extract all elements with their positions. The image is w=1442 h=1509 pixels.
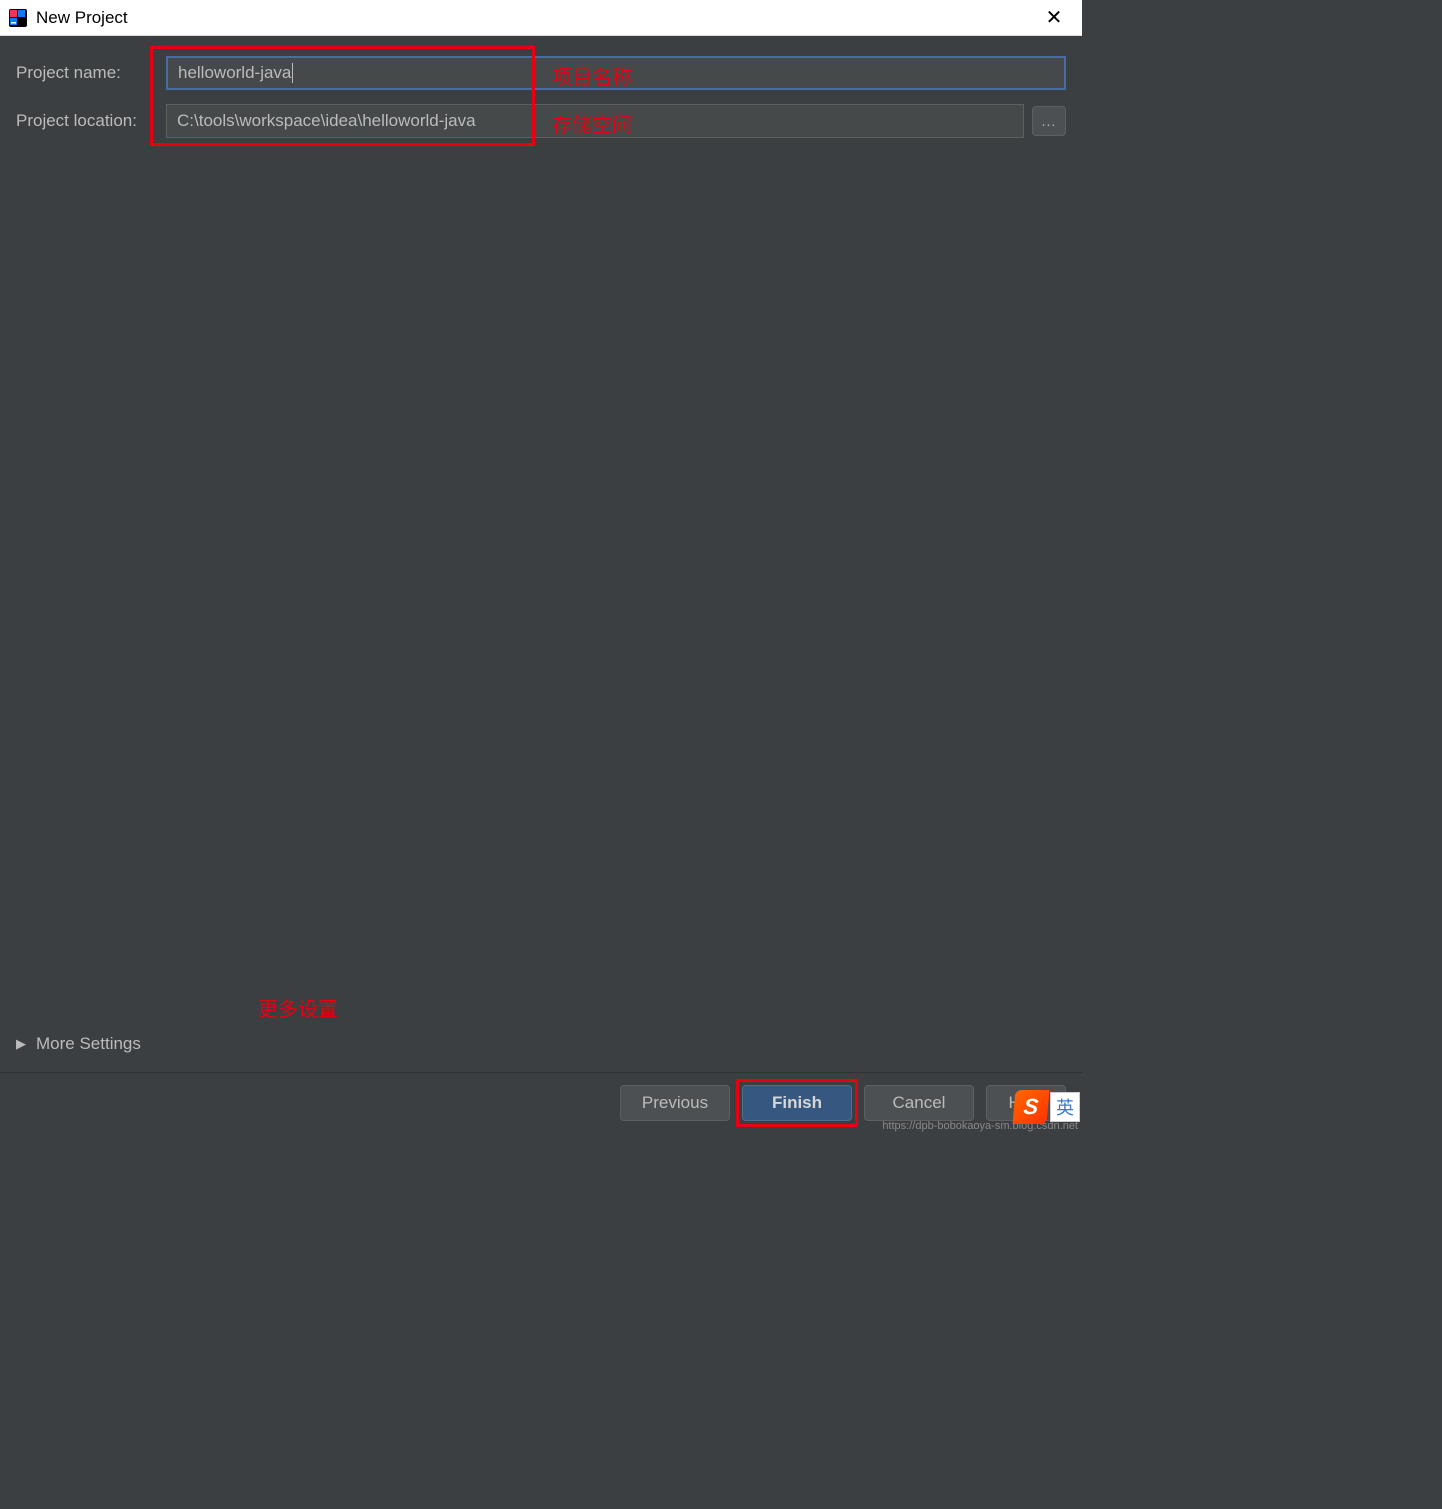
more-settings-toggle[interactable]: ▶ More Settings [16, 1034, 141, 1054]
window-title: New Project [36, 8, 1034, 28]
previous-button[interactable]: Previous [620, 1085, 730, 1121]
sogou-logo-icon: S [1013, 1090, 1050, 1124]
chevron-right-icon: ▶ [16, 1036, 26, 1052]
cancel-button[interactable]: Cancel [864, 1085, 974, 1121]
ime-mode: 英 [1050, 1092, 1080, 1122]
finish-button[interactable]: Finish [742, 1085, 852, 1121]
annotation-more-settings: 更多设置 [258, 993, 338, 1022]
annotation-project-name: 项目名称 [552, 61, 632, 90]
close-button[interactable]: ✕ [1034, 0, 1074, 36]
project-name-row: Project name: helloworld-java [16, 56, 1066, 90]
more-settings-label: More Settings [36, 1034, 141, 1054]
project-name-value: helloworld-java [178, 63, 291, 83]
text-cursor [292, 63, 293, 83]
project-name-label: Project name: [16, 63, 166, 83]
ime-indicator[interactable]: S 英 [1014, 1088, 1082, 1126]
project-location-label: Project location: [16, 111, 166, 131]
content-area: Project name: helloworld-java 项目名称 Proje… [0, 36, 1082, 1072]
browse-button[interactable]: ... [1032, 106, 1066, 136]
annotation-storage: 存储空间 [552, 109, 632, 138]
titlebar: New Project ✕ [0, 0, 1082, 36]
project-location-row: Project location: C:\tools\workspace\ide… [16, 104, 1066, 138]
intellij-icon [8, 8, 28, 28]
project-location-value: C:\tools\workspace\idea\helloworld-java [177, 111, 476, 131]
